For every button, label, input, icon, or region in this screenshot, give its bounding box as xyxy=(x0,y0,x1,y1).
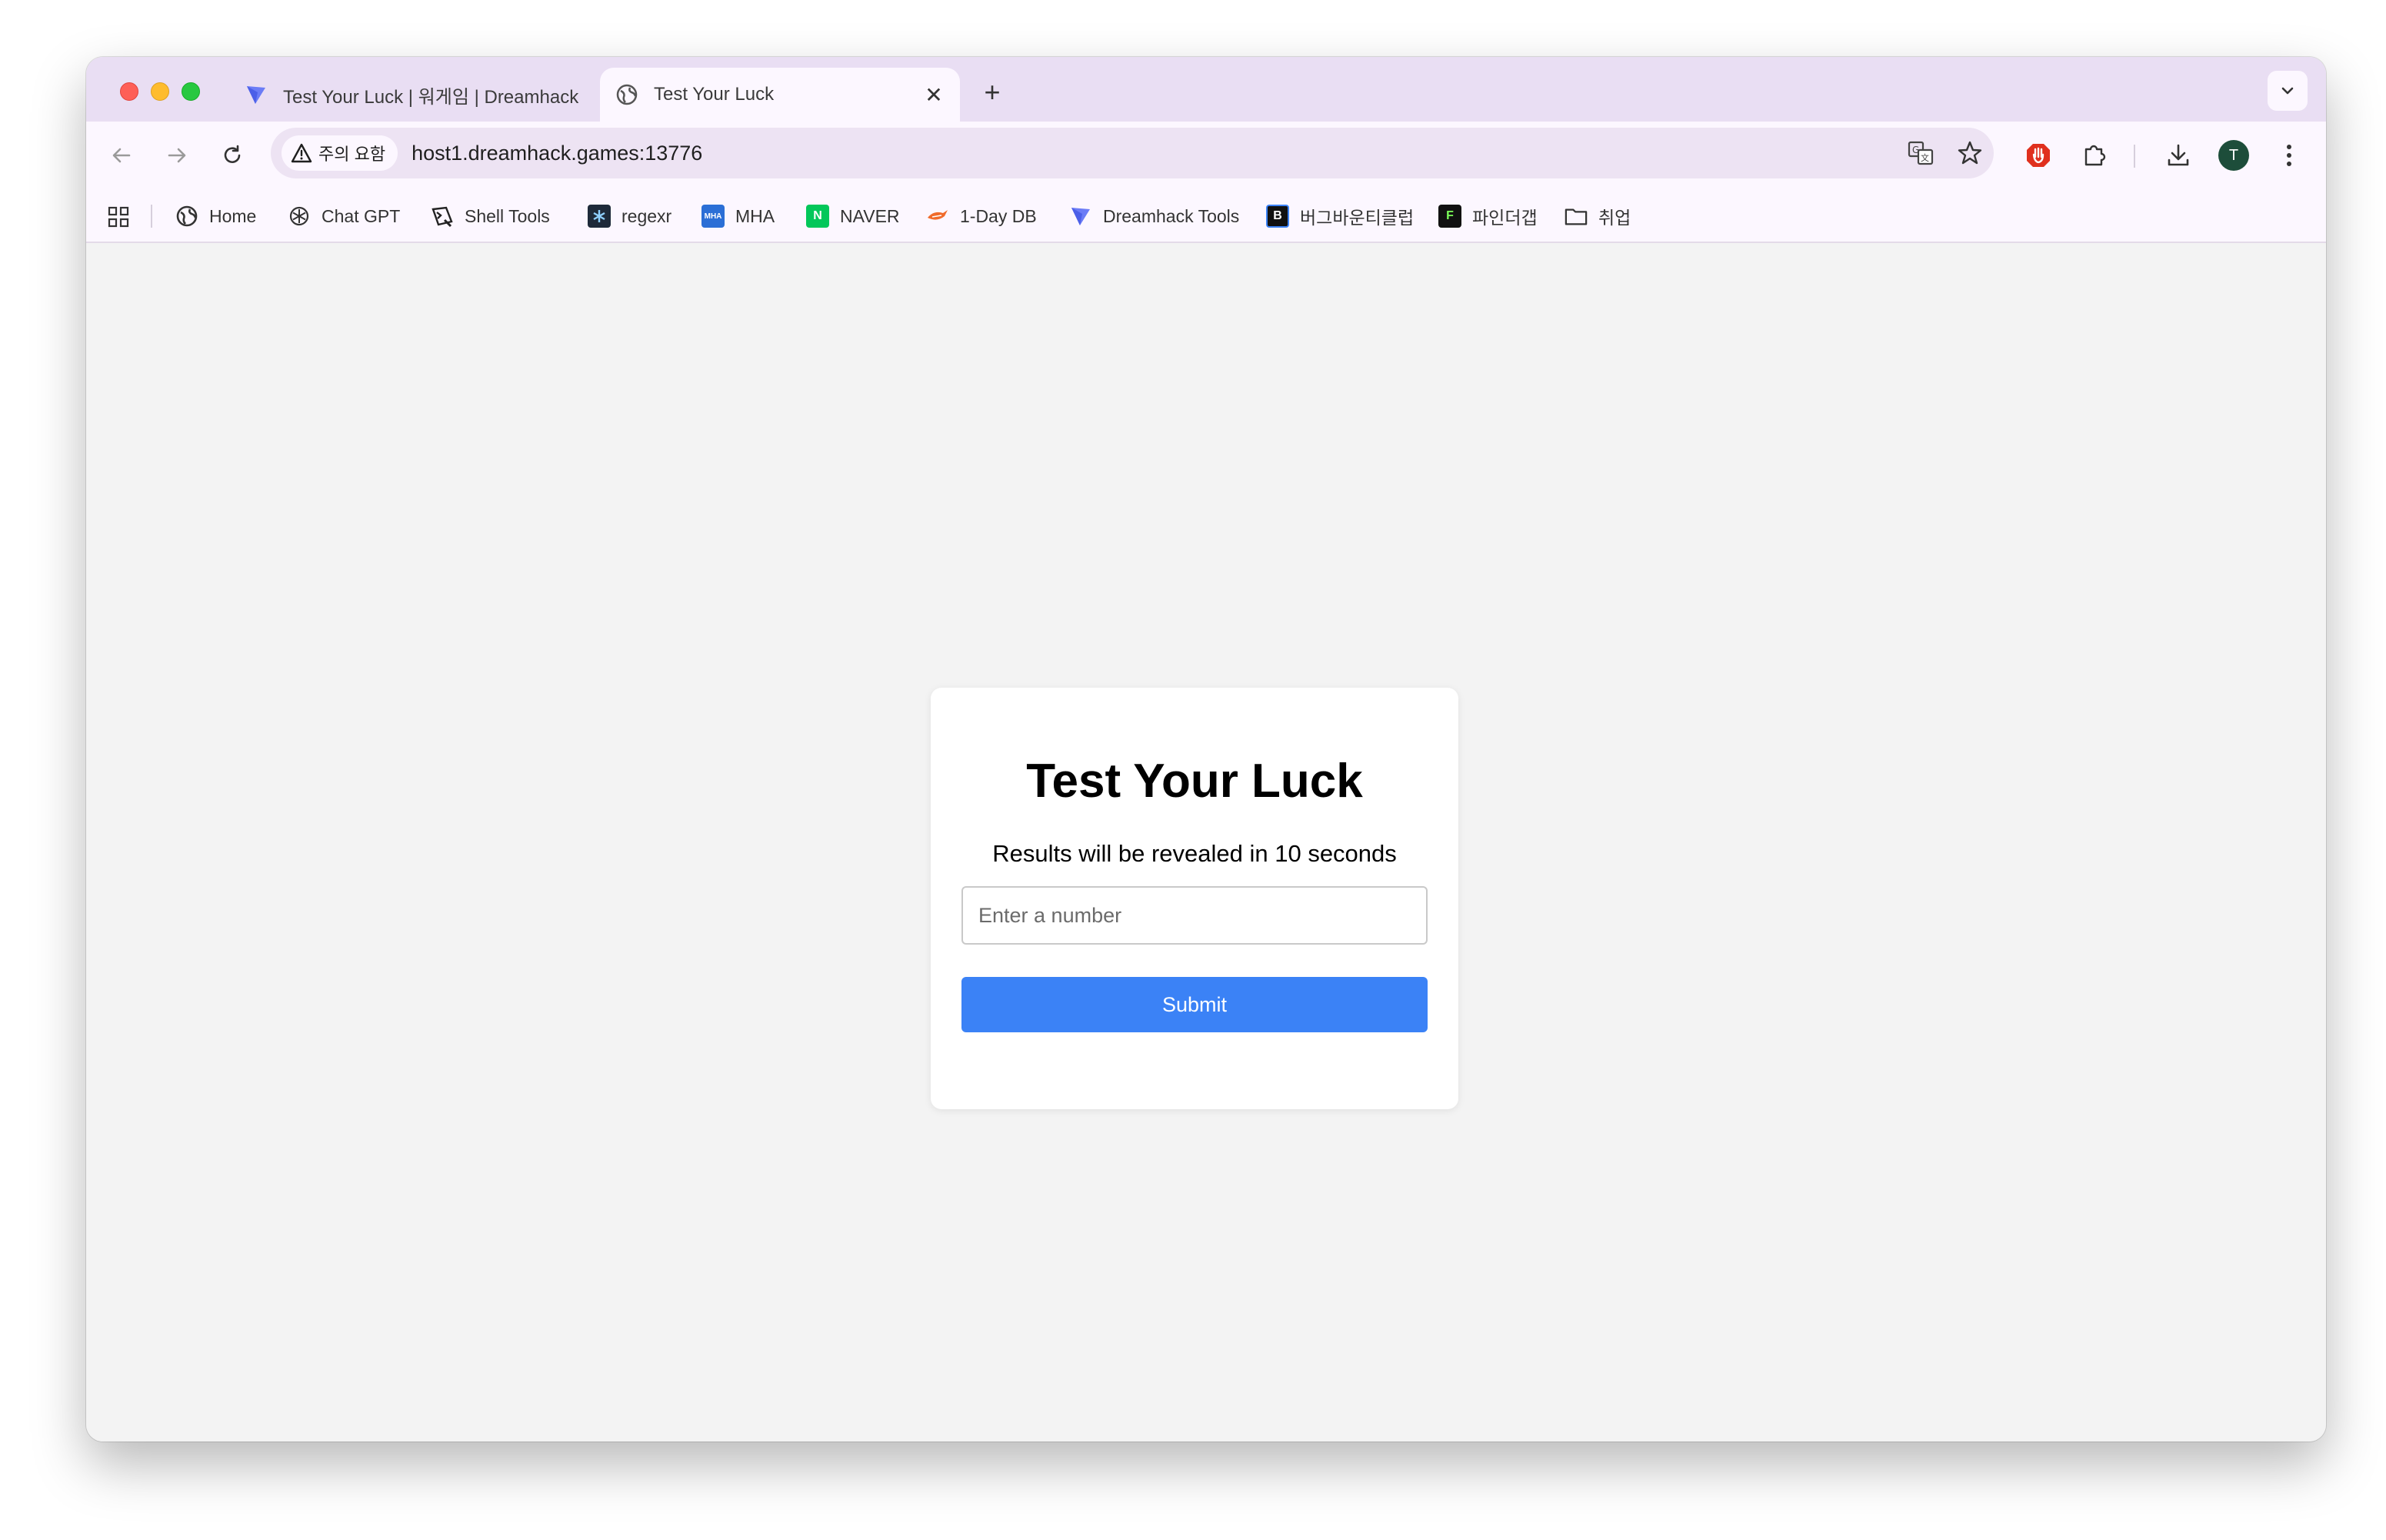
dreamhack-icon xyxy=(1069,205,1092,228)
bookmark-label: Home xyxy=(209,205,257,226)
forward-button[interactable] xyxy=(160,138,194,172)
page-title: Test Your Luck xyxy=(1026,755,1363,808)
folder-icon xyxy=(1565,205,1588,228)
shell-tools-icon xyxy=(431,205,454,228)
apps-grid-icon[interactable] xyxy=(105,203,132,231)
adblock-extension-icon[interactable] xyxy=(2021,138,2055,172)
reload-button[interactable] xyxy=(215,138,249,172)
toolbar-separator xyxy=(2134,145,2135,168)
bookmark-label: Chat GPT xyxy=(322,205,401,226)
page-content: Test Your Luck Results will be revealed … xyxy=(86,245,2326,1442)
arrow-left-icon xyxy=(112,148,131,163)
close-window-button[interactable] xyxy=(120,82,138,101)
tab-test-your-luck[interactable]: Test Your Luck ✕ xyxy=(600,68,960,122)
security-label: 주의 요함 xyxy=(318,145,386,164)
tab-title: Test Your Luck | 워게임 | Dreamhack xyxy=(283,86,579,108)
openai-icon xyxy=(288,205,311,228)
maximize-window-button[interactable] xyxy=(182,82,200,101)
regexr-icon xyxy=(588,205,611,228)
reload-icon xyxy=(224,145,241,163)
address-bar[interactable]: 주의 요함 host1.dreamhack.games:13776 G文 xyxy=(271,128,1994,178)
naver-icon: N xyxy=(806,205,829,228)
bugbounty-icon: B xyxy=(1266,205,1289,228)
bookmark-chat-gpt[interactable]: Chat GPT xyxy=(288,200,400,232)
bookmark-label: 파인더갭 xyxy=(1472,208,1538,228)
number-input[interactable] xyxy=(961,886,1428,945)
translate-icon[interactable]: G文 xyxy=(1903,135,1938,171)
avatar: T xyxy=(2218,140,2249,171)
bookmark-label: Dreamhack Tools xyxy=(1103,205,1240,226)
bookmark-dreamhack-tools[interactable]: Dreamhack Tools xyxy=(1069,200,1239,232)
bookmark-folder-jobs[interactable]: 취업 xyxy=(1565,200,1631,232)
bookmark-label: MHA xyxy=(735,205,775,226)
bookmark-star-icon[interactable] xyxy=(1952,135,1988,171)
kebab-menu-icon xyxy=(2287,145,2291,166)
arrow-right-icon xyxy=(168,148,186,163)
bookmark-1day-db[interactable]: 1-Day DB xyxy=(926,200,1037,232)
findthegap-icon: F xyxy=(1438,205,1461,228)
bookmark-mha[interactable]: MHA MHA xyxy=(701,200,775,232)
bookmark-home[interactable]: Home xyxy=(175,200,256,232)
submit-button[interactable]: Submit xyxy=(961,977,1428,1032)
downloads-icon[interactable] xyxy=(2161,138,2195,172)
bookmarks-separator xyxy=(151,205,152,228)
bookmark-bugbounty-club[interactable]: B 버그바운티클럽 xyxy=(1266,200,1414,232)
countdown-text: Results will be revealed in 10 seconds xyxy=(992,840,1397,867)
bookmark-label: 취업 xyxy=(1598,208,1631,228)
security-warning-chip[interactable]: 주의 요함 xyxy=(282,135,398,171)
tab-strip: Test Your Luck | 워게임 | Dreamhack ✕ Test … xyxy=(86,57,2326,122)
minimize-window-button[interactable] xyxy=(151,82,169,101)
profile-avatar[interactable]: T xyxy=(2217,138,2251,172)
menu-button[interactable] xyxy=(2272,138,2306,172)
url-text[interactable]: host1.dreamhack.games:13776 xyxy=(412,142,702,165)
bookmark-label: NAVER xyxy=(840,205,900,226)
luck-form-card: Test Your Luck Results will be revealed … xyxy=(931,688,1458,1109)
globe-icon xyxy=(614,82,640,108)
bookmark-naver[interactable]: N NAVER xyxy=(806,200,900,232)
browser-window: Test Your Luck | 워게임 | Dreamhack ✕ Test … xyxy=(86,57,2326,1442)
bookmarks-bar: Home Chat GPT Shell Tools regexr MHA MHA… xyxy=(86,189,2326,243)
dreamhack-icon xyxy=(243,82,269,108)
bookmark-label: Shell Tools xyxy=(465,205,550,226)
tab-title: Test Your Luck xyxy=(654,84,775,105)
warning-icon xyxy=(291,143,312,163)
svg-text:文: 文 xyxy=(1921,152,1929,163)
mha-icon: MHA xyxy=(701,205,725,228)
bookmark-findthegap[interactable]: F 파인더갭 xyxy=(1438,200,1538,232)
bookmark-shell-tools[interactable]: Shell Tools xyxy=(431,200,550,232)
extensions-icon[interactable] xyxy=(2077,138,2111,172)
bookmark-label: 1-Day DB xyxy=(960,205,1037,226)
new-tab-button[interactable]: + xyxy=(975,75,1009,109)
chevron-down-icon xyxy=(2281,87,2294,95)
close-tab-icon[interactable]: ✕ xyxy=(920,81,948,108)
tab-search-button[interactable] xyxy=(2268,71,2308,111)
back-button[interactable] xyxy=(105,138,138,172)
bookmark-regexr[interactable]: regexr xyxy=(588,200,671,232)
bookmark-label: regexr xyxy=(621,205,672,226)
bookmark-label: 버그바운티클럽 xyxy=(1300,208,1415,228)
1day-db-icon xyxy=(926,205,949,228)
toolbar: 주의 요함 host1.dreamhack.games:13776 G文 T xyxy=(86,122,2326,189)
globe-icon xyxy=(175,205,198,228)
